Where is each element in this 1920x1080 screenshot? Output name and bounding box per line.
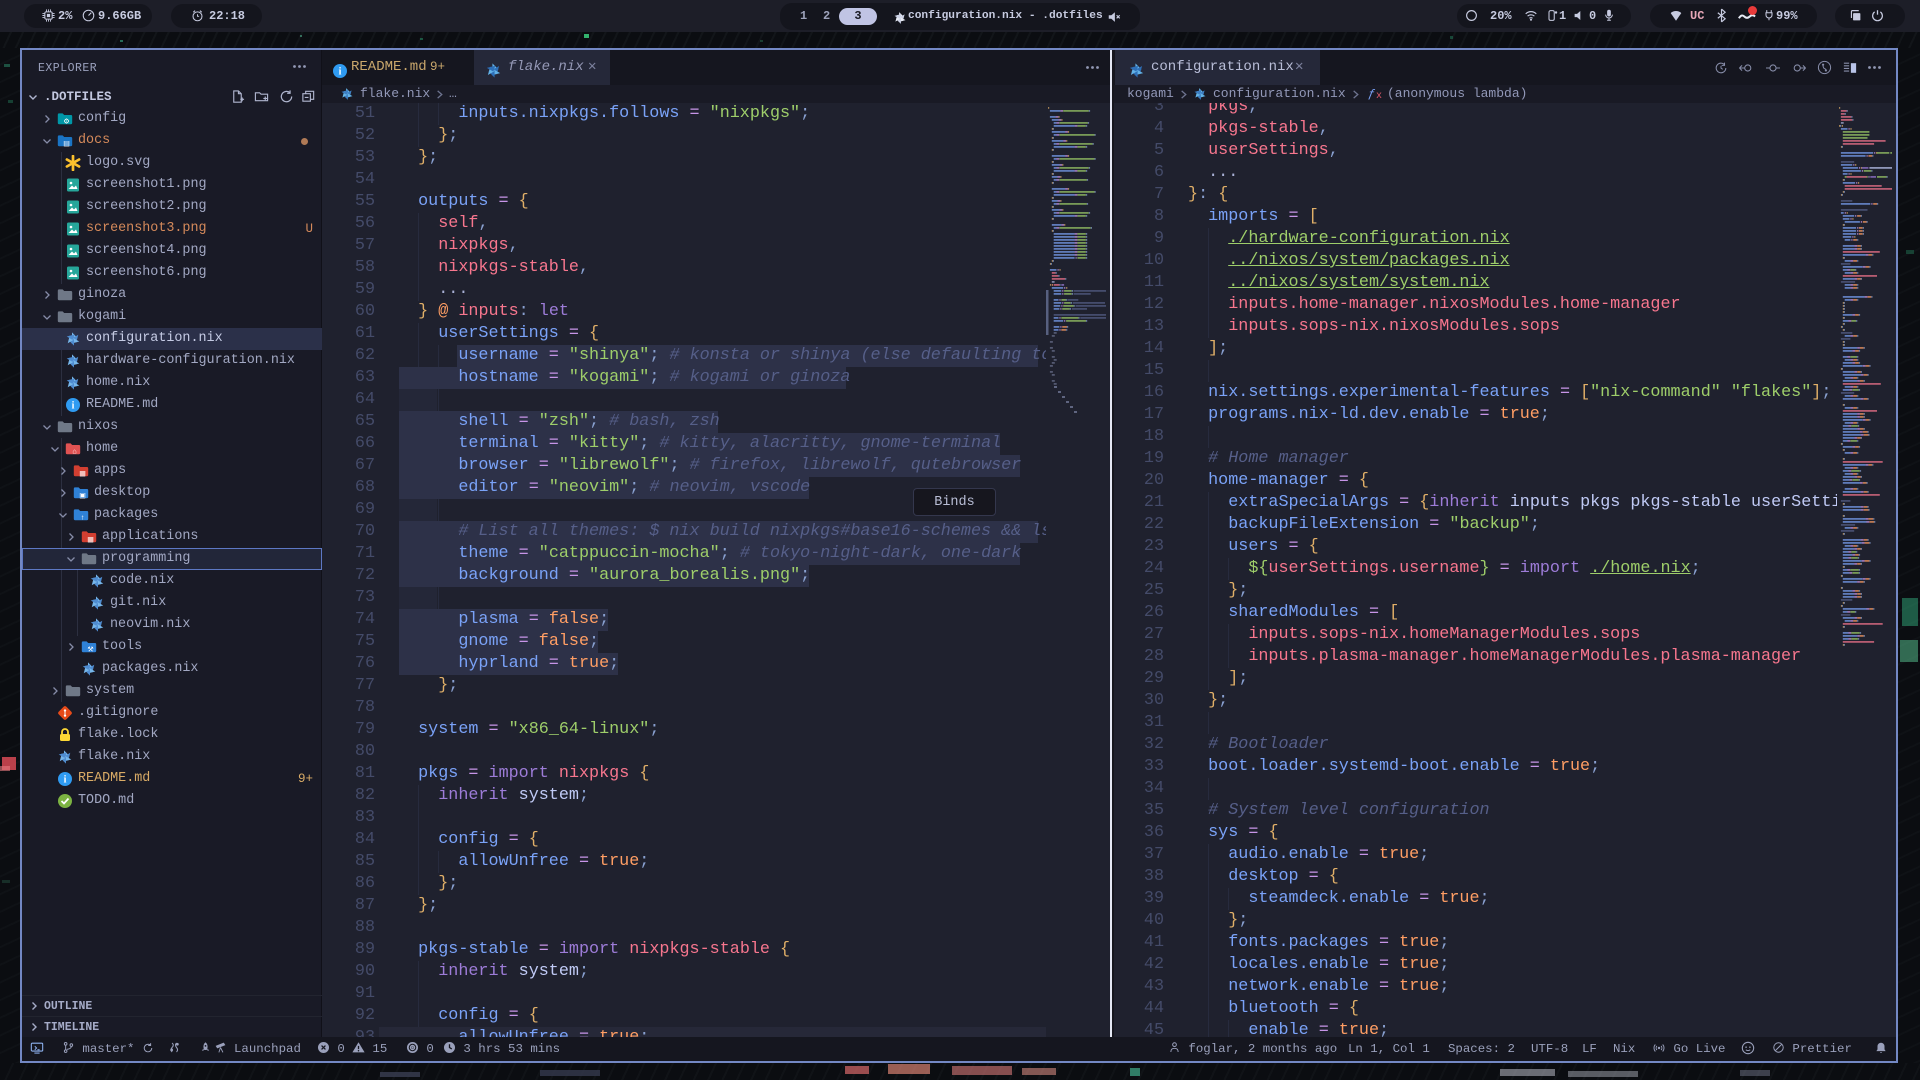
svg-text:↑: ↑ xyxy=(81,512,85,521)
svg-text:⌂: ⌂ xyxy=(72,446,76,455)
svg-text:▤: ▤ xyxy=(63,138,70,147)
svg-text:⚒: ⚒ xyxy=(87,644,93,653)
svg-text:▦: ▦ xyxy=(79,468,86,477)
svg-text:i: i xyxy=(72,401,75,412)
svg-text:⚙: ⚙ xyxy=(63,116,69,125)
svg-text:i: i xyxy=(64,775,67,786)
svg-text:i: i xyxy=(339,67,342,78)
svg-text:▦: ▦ xyxy=(87,534,94,543)
svg-text:▣: ▣ xyxy=(79,490,86,499)
